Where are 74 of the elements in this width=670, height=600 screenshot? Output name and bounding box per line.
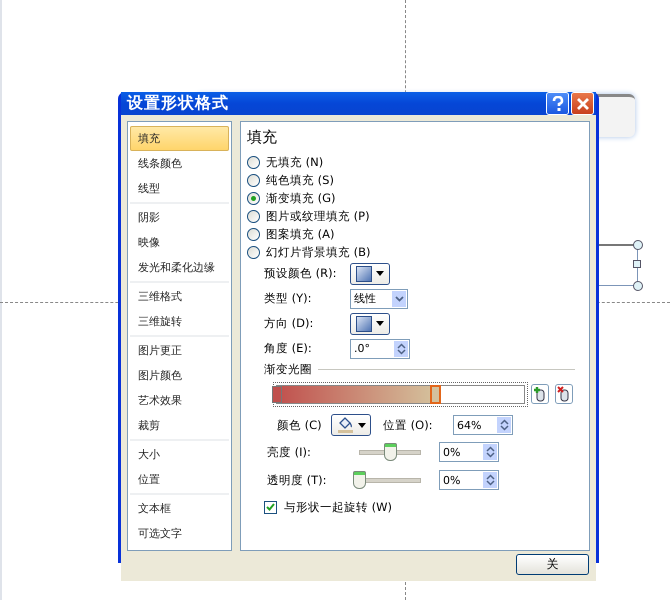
sidebar-item[interactable]: 三维旋转: [130, 309, 229, 334]
checkbox-label[interactable]: 与形状一起旋转 (W): [284, 500, 392, 514]
field-label: 位置 (O):: [383, 418, 434, 432]
question-mark-icon: [550, 96, 564, 112]
sidebar-item[interactable]: 阴影: [130, 205, 229, 230]
sidebar-item[interactable]: 艺术效果: [130, 388, 229, 413]
radio-button[interactable]: [247, 246, 260, 258]
add-stop-button[interactable]: [531, 384, 549, 404]
spin-field[interactable]: 0%: [439, 442, 499, 462]
field-label: 类型 (Y):: [264, 291, 313, 306]
gradient-stop-handle[interactable]: [272, 386, 282, 402]
radio-button[interactable]: [247, 228, 260, 240]
field-label: 亮度 (I):: [266, 444, 312, 460]
gradient-stop-handle[interactable]: [430, 384, 442, 404]
gradient-swatch-icon: [356, 266, 372, 282]
sidebar-item[interactable]: 映像: [130, 230, 229, 255]
color-dropdown[interactable]: [331, 414, 371, 436]
sidebar-item[interactable]: 可选文字: [130, 521, 229, 546]
remove-stop-icon: [557, 386, 571, 402]
spin-arrows-icon: [486, 474, 494, 486]
sidebar-item[interactable]: 裁剪: [130, 413, 229, 438]
field-label: 角度 (E):: [264, 341, 313, 356]
radio-button[interactable]: [247, 156, 260, 168]
sidebar-item[interactable]: 三维格式: [130, 284, 229, 309]
sidebar-item[interactable]: 图片颜色: [130, 363, 229, 388]
field-label: 方向 (D):: [264, 316, 314, 331]
radio-label[interactable]: 幻灯片背景填充 (B): [266, 244, 371, 260]
radio-label[interactable]: 图片或纹理填充 (P): [266, 208, 370, 224]
checkbox[interactable]: [264, 500, 277, 514]
close-button[interactable]: [571, 92, 594, 115]
caret-icon: [376, 271, 384, 276]
group-label: 渐变光圈: [264, 362, 312, 377]
radio-button[interactable]: [247, 174, 260, 186]
sidebar-item[interactable]: 线型: [130, 176, 229, 201]
field-label: 颜色 (C): [276, 418, 323, 432]
field-label: 预设颜色 (R):: [264, 266, 338, 281]
spin-field[interactable]: .0°: [350, 338, 410, 358]
slider-thumb[interactable]: [353, 471, 366, 489]
spin-arrows-icon: [396, 342, 406, 354]
sidebar-item[interactable]: 文本框: [130, 496, 229, 521]
spin-arrows-icon: [500, 419, 508, 431]
section-heading: 填充: [247, 128, 278, 147]
type-dropdown[interactable]: 线性: [350, 288, 408, 308]
sidebar-item[interactable]: 线条颜色: [130, 151, 229, 176]
spin-arrows-icon: [486, 446, 494, 458]
close-button[interactable]: 关: [516, 554, 589, 575]
caret-icon: [358, 422, 366, 428]
radio-button[interactable]: [247, 210, 260, 222]
sidebar-item[interactable]: 填充: [130, 126, 229, 151]
radio-label[interactable]: 图案填充 (A): [266, 226, 334, 242]
add-stop-icon: [533, 386, 547, 402]
caret-icon: [376, 321, 384, 326]
spin-field[interactable]: 0%: [439, 470, 499, 490]
spin-field[interactable]: 64%: [453, 415, 513, 435]
sidebar-item[interactable]: 发光和柔化边缘: [130, 255, 229, 280]
preset-color-dropdown[interactable]: [350, 262, 390, 284]
sidebar-item[interactable]: 图片更正: [130, 338, 229, 363]
sidebar-item[interactable]: 大小: [130, 442, 229, 467]
paint-bucket-icon: [336, 416, 354, 434]
help-button[interactable]: [546, 92, 569, 115]
direction-dropdown[interactable]: [350, 312, 390, 334]
radio-label[interactable]: 纯色填充 (S): [266, 172, 334, 188]
remove-stop-button[interactable]: [555, 384, 573, 404]
radio-label[interactable]: 无填充 (N): [266, 154, 324, 170]
checkmark-icon: [266, 503, 275, 511]
radio-label[interactable]: 渐变填充 (G): [266, 190, 336, 206]
gradient-swatch-icon: [356, 316, 372, 332]
field-label: 透明度 (T):: [266, 472, 328, 488]
slider-thumb[interactable]: [384, 443, 397, 461]
close-icon: [576, 96, 590, 110]
sidebar-item[interactable]: 位置: [130, 467, 229, 492]
radio-button[interactable]: [247, 192, 260, 204]
window-title: 设置形状格式: [127, 93, 229, 114]
chevron-down-icon: [394, 296, 404, 302]
